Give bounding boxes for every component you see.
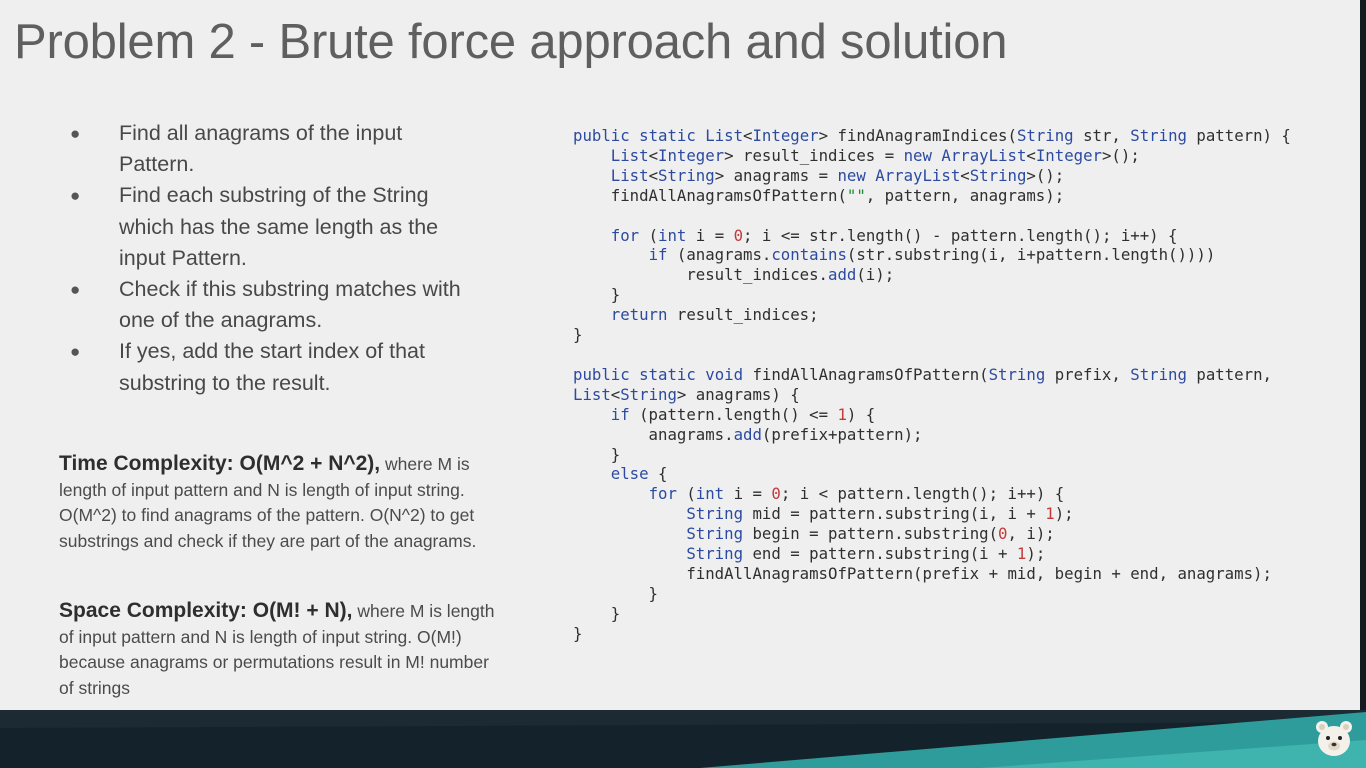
space-complexity-separator: : bbox=[239, 599, 253, 622]
code-line: } bbox=[573, 325, 583, 345]
bullet-item: ● Check if this substring matches with on… bbox=[70, 274, 470, 336]
code-line: List<Integer> result_indices = new Array… bbox=[610, 145, 1140, 165]
code-line: } bbox=[573, 603, 621, 623]
code-line: anagrams.add(prefix+pattern); bbox=[573, 424, 923, 444]
code-line: } bbox=[573, 444, 621, 464]
code-line: return result_indices; bbox=[610, 305, 819, 325]
code-line: public static void findAllAnagramsOfPatt… bbox=[573, 364, 1272, 384]
code-line: if (anagrams.contains(str.substring(i, i… bbox=[648, 245, 1216, 265]
bear-face-icon bbox=[1316, 721, 1352, 756]
bullet-dot-icon: ● bbox=[70, 186, 81, 206]
code-line: String end = pattern.substring(i + 1); bbox=[686, 544, 1046, 564]
bullet-dot-icon: ● bbox=[70, 342, 81, 362]
bullet-text: Find all anagrams of the input Pattern. bbox=[119, 121, 403, 177]
time-complexity-heading: Time Complexity bbox=[59, 452, 227, 475]
bullet-text: If yes, add the start index of that subs… bbox=[119, 339, 425, 395]
code-line: for (int i = 0; i <= str.length() - patt… bbox=[610, 225, 1178, 245]
code-line: } bbox=[573, 583, 659, 603]
code-line: } bbox=[573, 623, 583, 643]
code-line: String mid = pattern.substring(i, i + 1)… bbox=[686, 504, 1074, 524]
code-line: public static List<Integer> findAnagramI… bbox=[573, 126, 1291, 145]
space-complexity-block: Space Complexity: O(M! + N), where M is … bbox=[59, 598, 499, 702]
code-line: String begin = pattern.substring(0, i); bbox=[686, 524, 1055, 544]
time-complexity-block: Time Complexity: O(M^2 + N^2), where M i… bbox=[59, 451, 499, 555]
footer-banner bbox=[0, 710, 1366, 768]
code-line: result_indices.add(i); bbox=[573, 265, 895, 285]
bullet-text: Check if this substring matches with one… bbox=[119, 277, 461, 333]
bullet-item: ● Find all anagrams of the input Pattern. bbox=[70, 118, 470, 180]
code-block: public static List<Integer> findAnagramI… bbox=[573, 126, 1291, 644]
code-line: for (int i = 0; i < pattern.length(); i+… bbox=[648, 484, 1065, 504]
code-line: findAllAnagramsOfPattern(prefix + mid, b… bbox=[573, 563, 1272, 583]
time-complexity-value: O(M^2 + N^2), bbox=[239, 452, 381, 475]
code-line: } bbox=[573, 285, 621, 305]
bullet-item: ● Find each substring of the String which… bbox=[70, 180, 470, 274]
code-line: else { bbox=[610, 464, 668, 484]
code-line: findAllAnagramsOfPattern("", pattern, an… bbox=[573, 185, 1065, 205]
space-complexity-value: O(M! + N), bbox=[252, 599, 353, 622]
bullet-item: ● If yes, add the start index of that sub… bbox=[70, 336, 470, 398]
bullet-dot-icon: ● bbox=[70, 280, 81, 300]
code-line: if (pattern.length() <= 1) { bbox=[610, 404, 876, 424]
code-line: List<String> anagrams) { bbox=[573, 384, 800, 404]
code-line: List<String> anagrams = new ArrayList<St… bbox=[610, 165, 1065, 185]
right-edge-strip bbox=[1360, 0, 1366, 768]
space-complexity-heading: Space Complexity bbox=[59, 599, 240, 622]
bullet-dot-icon: ● bbox=[70, 124, 81, 143]
time-complexity-separator: : bbox=[226, 452, 240, 475]
slide-title: Problem 2 - Brute force approach and sol… bbox=[14, 15, 1008, 69]
approach-bullet-list: ● Find all anagrams of the input Pattern.… bbox=[70, 118, 470, 399]
bullet-text: Find each substring of the String which … bbox=[119, 183, 439, 270]
